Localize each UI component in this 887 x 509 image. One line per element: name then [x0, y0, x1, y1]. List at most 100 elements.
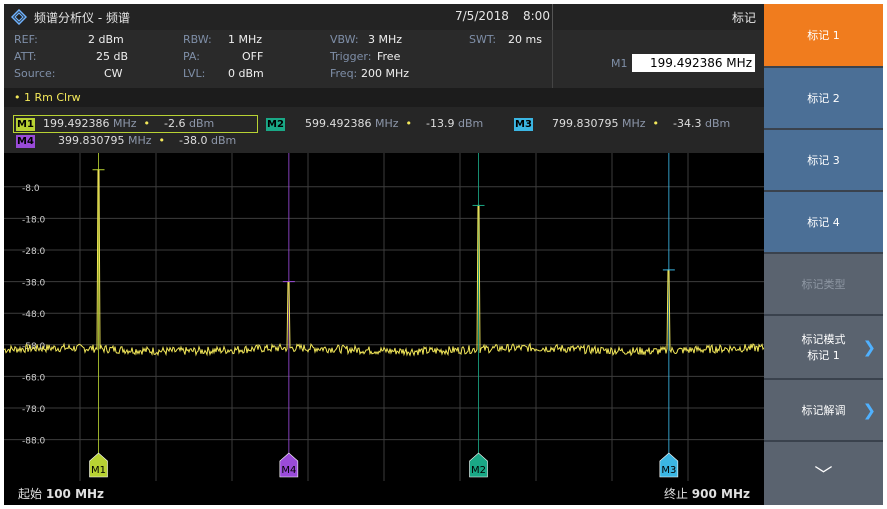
- softkey-marker-demod[interactable]: 标记解调 ❯: [764, 380, 883, 440]
- source-value[interactable]: CW: [104, 67, 123, 80]
- marker-badge-m4[interactable]: M4: [16, 135, 35, 148]
- marker-m2-dot: •: [402, 117, 423, 130]
- marker-m3-level: -34.3: [673, 117, 702, 130]
- marker-m1-level-unit: dBm: [188, 117, 215, 130]
- marker-readout-m1[interactable]: 199.492386 MHz • -2.6 dBm: [43, 117, 214, 130]
- marker-frequency-input[interactable]: 199.492386 MHz: [632, 54, 755, 72]
- marker-badge-m3[interactable]: M3: [514, 118, 533, 131]
- y-tick-label: -28.0: [22, 247, 46, 257]
- marker-m2-level-unit: dBm: [457, 117, 484, 130]
- softkey-marker-demod-label: 标记解调: [801, 404, 846, 417]
- swt-value[interactable]: 20 ms: [508, 33, 542, 46]
- source-label: Source:: [14, 67, 56, 80]
- softkey-marker-4[interactable]: 标记 4: [764, 192, 883, 252]
- trace-label: 1 Rm Clrw: [24, 91, 81, 104]
- spectrum-plot[interactable]: -8.0-18.0-28.0-38.0-48.0-58.0-68.0-78.0-…: [4, 153, 764, 505]
- softkey-marker-3-label: 标记 3: [807, 154, 840, 167]
- freq-value[interactable]: 200 MHz: [361, 67, 409, 80]
- softkey-marker-mode-value: 标记 1: [807, 349, 840, 362]
- marker-badge-m2[interactable]: M2: [266, 118, 285, 131]
- rbw-value[interactable]: 1 MHz: [228, 33, 262, 46]
- marker-m2-level: -13.9: [426, 117, 455, 130]
- time-readout: 8:00: [523, 9, 550, 23]
- att-value[interactable]: 25 dB: [96, 50, 128, 63]
- params-divider: [552, 30, 553, 88]
- marker-m1-freq: 199.492386: [43, 117, 110, 130]
- softkey-marker-4-label: 标记 4: [807, 216, 840, 229]
- softkey-more[interactable]: ﹀: [764, 442, 883, 505]
- measurement-params: REF: 2 dBm ATT: 25 dB Source: CW RBW: 1 …: [4, 30, 764, 88]
- marker-m2-freq: 599.492386: [305, 117, 372, 130]
- y-tick-label: -68.0: [22, 373, 46, 383]
- axis-footer: [4, 482, 764, 505]
- softkey-panel: 标记 1 标记 2 标记 3 标记 4 标记类型 标记模式 标记 1 ❯ 标记解…: [764, 4, 883, 505]
- y-axis-labels: -8.0-18.0-28.0-38.0-48.0-58.0-68.0-78.0-…: [22, 184, 46, 447]
- marker-m3-dot: •: [649, 117, 670, 130]
- marker-table: M1 199.492386 MHz • -2.6 dBm M2 599.4923…: [4, 107, 764, 153]
- marker-m2-unit: MHz: [374, 117, 399, 130]
- trigger-label: Trigger:: [330, 50, 372, 63]
- title-divider: [552, 4, 553, 30]
- y-tick-label: -38.0: [22, 279, 46, 289]
- att-label: ATT:: [14, 50, 37, 63]
- app-title: 频谱分析仪 - 频谱: [34, 11, 130, 25]
- softkey-marker-2-label: 标记 2: [807, 92, 840, 105]
- softkey-marker-mode[interactable]: 标记模式 标记 1 ❯: [764, 316, 883, 378]
- marker-tag-label: M1: [91, 465, 106, 476]
- marker-readout-m3[interactable]: 799.830795 MHz • -34.3 dBm: [552, 117, 730, 130]
- marker-entry-label: M1: [611, 57, 628, 70]
- marker-m1-unit: MHz: [112, 117, 137, 130]
- softkey-marker-type-label: 标记类型: [801, 278, 846, 291]
- marker-m1-level: -2.6: [164, 117, 186, 130]
- marker-readout-m4[interactable]: 399.830795 MHz • -38.0 dBm: [58, 134, 236, 147]
- freq-label: Freq:: [330, 67, 358, 80]
- start-freq-label: 起始 100 MHz: [18, 487, 104, 501]
- marker-tag-label: M3: [661, 465, 676, 476]
- vbw-label: VBW:: [330, 33, 359, 46]
- swt-label: SWT:: [469, 33, 497, 46]
- vbw-value[interactable]: 3 MHz: [368, 33, 402, 46]
- trigger-value[interactable]: Free: [377, 50, 400, 63]
- spectrum-analyzer-app: 频谱分析仪 - 频谱 7/5/2018 8:00 标记 REF: 2 dBm A…: [4, 4, 883, 505]
- marker-tag-label: M4: [281, 465, 296, 476]
- lvl-label: LVL:: [183, 67, 206, 80]
- softkey-marker-mode-label: 标记模式: [801, 333, 846, 346]
- title-bar: 频谱分析仪 - 频谱 7/5/2018 8:00 标记: [4, 4, 764, 30]
- marker-m4-dot: •: [155, 134, 176, 147]
- marker-m4-freq: 399.830795: [58, 134, 125, 147]
- y-tick-label: -18.0: [22, 215, 46, 225]
- stop-freq-label: 终止 900 MHz: [664, 486, 750, 501]
- marker-m4-unit: MHz: [127, 134, 152, 147]
- softkey-marker-type[interactable]: 标记类型: [764, 254, 883, 314]
- softkey-marker-1-label: 标记 1: [807, 29, 840, 42]
- softkey-marker-2[interactable]: 标记 2: [764, 68, 883, 128]
- marker-badge-m1[interactable]: M1: [16, 118, 35, 131]
- date-readout: 7/5/2018: [455, 9, 509, 23]
- start-label-text: 起始: [18, 487, 42, 501]
- menu-title: 标记: [731, 11, 756, 25]
- softkey-marker-1[interactable]: 标记 1: [764, 4, 883, 66]
- trace-info-bar: • 1 Rm Clrw: [4, 88, 764, 107]
- pa-value[interactable]: OFF: [242, 50, 263, 63]
- y-tick-label: -8.0: [22, 184, 40, 194]
- marker-m3-unit: MHz: [621, 117, 646, 130]
- trace-dot-icon: •: [14, 91, 21, 104]
- marker-m4-level-unit: dBm: [210, 134, 237, 147]
- lvl-value[interactable]: 0 dBm: [228, 67, 264, 80]
- rohde-schwarz-logo-icon: [11, 9, 27, 25]
- marker-m3-freq: 799.830795: [552, 117, 619, 130]
- start-value-text: 100 MHz: [46, 487, 104, 501]
- chevron-down-icon: ﹀: [814, 464, 833, 486]
- marker-m1-dot: •: [140, 117, 161, 130]
- marker-tag-label: M2: [471, 465, 486, 476]
- ref-label: REF:: [14, 33, 38, 46]
- pa-label: PA:: [183, 50, 200, 63]
- y-tick-label: -78.0: [22, 405, 46, 415]
- y-tick-label: -88.0: [22, 437, 46, 447]
- ref-value[interactable]: 2 dBm: [88, 33, 124, 46]
- softkey-marker-3[interactable]: 标记 3: [764, 130, 883, 190]
- marker-readout-m2[interactable]: 599.492386 MHz • -13.9 dBm: [305, 117, 483, 130]
- stop-value-text: 900 MHz: [692, 487, 750, 501]
- marker-m4-level: -38.0: [179, 134, 208, 147]
- rbw-label: RBW:: [183, 33, 212, 46]
